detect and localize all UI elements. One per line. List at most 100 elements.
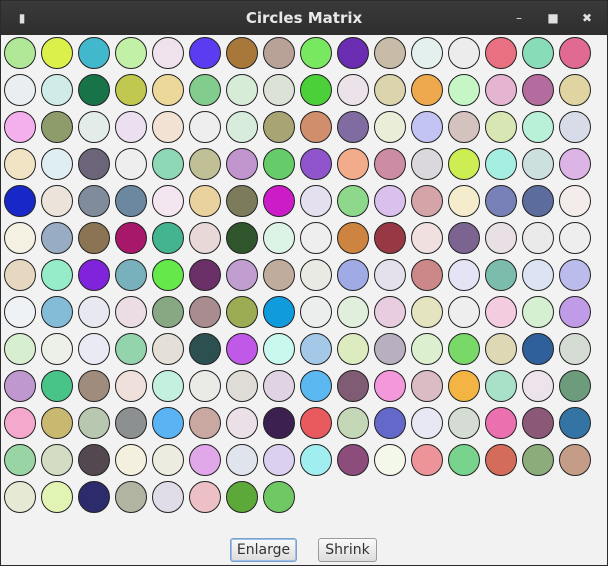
circle [522, 296, 554, 328]
circle [374, 333, 406, 365]
circle [4, 444, 36, 476]
circle [4, 185, 36, 217]
circle [226, 481, 258, 513]
circle [300, 222, 332, 254]
circle [78, 296, 110, 328]
circle [559, 74, 591, 106]
circle [226, 259, 258, 291]
enlarge-button[interactable]: Enlarge [230, 538, 297, 562]
circle [115, 333, 147, 365]
circle [41, 148, 73, 180]
circle [78, 333, 110, 365]
circle [4, 407, 36, 439]
circle [263, 111, 295, 143]
circle [152, 333, 184, 365]
circle [263, 444, 295, 476]
circle [300, 370, 332, 402]
circle [411, 148, 443, 180]
circle [4, 296, 36, 328]
circle [263, 296, 295, 328]
circle [115, 37, 147, 69]
circle [300, 407, 332, 439]
close-icon[interactable]: ✖ [576, 1, 598, 35]
circle [411, 185, 443, 217]
circle [226, 37, 258, 69]
circle [41, 222, 73, 254]
circle [522, 407, 554, 439]
circle [337, 37, 369, 69]
circle [485, 148, 517, 180]
circle [448, 111, 480, 143]
circle [374, 37, 406, 69]
circle [448, 296, 480, 328]
circle [115, 481, 147, 513]
circle [559, 370, 591, 402]
circle [411, 370, 443, 402]
circle [300, 444, 332, 476]
circle [189, 370, 221, 402]
circle [4, 111, 36, 143]
circle [78, 222, 110, 254]
circle [522, 185, 554, 217]
circle [152, 407, 184, 439]
circle [189, 222, 221, 254]
circle [4, 74, 36, 106]
circle [189, 481, 221, 513]
circle [115, 148, 147, 180]
circle [448, 370, 480, 402]
circle [263, 37, 295, 69]
circle [152, 148, 184, 180]
circle [522, 333, 554, 365]
circle [411, 333, 443, 365]
circle [78, 444, 110, 476]
circle [485, 259, 517, 291]
circle [152, 74, 184, 106]
shrink-button[interactable]: Shrink [318, 538, 377, 562]
circle [226, 296, 258, 328]
circle [152, 296, 184, 328]
circle [115, 111, 147, 143]
circle [115, 222, 147, 254]
circle [4, 259, 36, 291]
circle [559, 444, 591, 476]
circle [337, 296, 369, 328]
maximize-icon[interactable]: ■ [542, 1, 564, 35]
circle [189, 407, 221, 439]
circle [448, 74, 480, 106]
circle [263, 74, 295, 106]
circle [263, 185, 295, 217]
circle [115, 74, 147, 106]
circle [152, 222, 184, 254]
circle [41, 111, 73, 143]
circle [411, 296, 443, 328]
circle [189, 74, 221, 106]
circle [337, 259, 369, 291]
circle [559, 185, 591, 217]
circle [189, 259, 221, 291]
circle [374, 111, 406, 143]
circle [522, 444, 554, 476]
title-bar[interactable]: ▮ Circles Matrix – ■ ✖ [1, 1, 607, 35]
circle [152, 259, 184, 291]
circle [41, 444, 73, 476]
circle [374, 407, 406, 439]
circle [522, 37, 554, 69]
circle [152, 185, 184, 217]
circle [226, 111, 258, 143]
circle [559, 296, 591, 328]
circle [374, 296, 406, 328]
circle [374, 185, 406, 217]
circle [337, 185, 369, 217]
circle [189, 333, 221, 365]
circle [337, 111, 369, 143]
circle [448, 37, 480, 69]
circle [189, 37, 221, 69]
circle [78, 37, 110, 69]
circle [300, 111, 332, 143]
circle [337, 333, 369, 365]
circle [411, 111, 443, 143]
circle [337, 370, 369, 402]
circle [41, 481, 73, 513]
minimize-icon[interactable]: – [508, 1, 530, 35]
circle [374, 444, 406, 476]
